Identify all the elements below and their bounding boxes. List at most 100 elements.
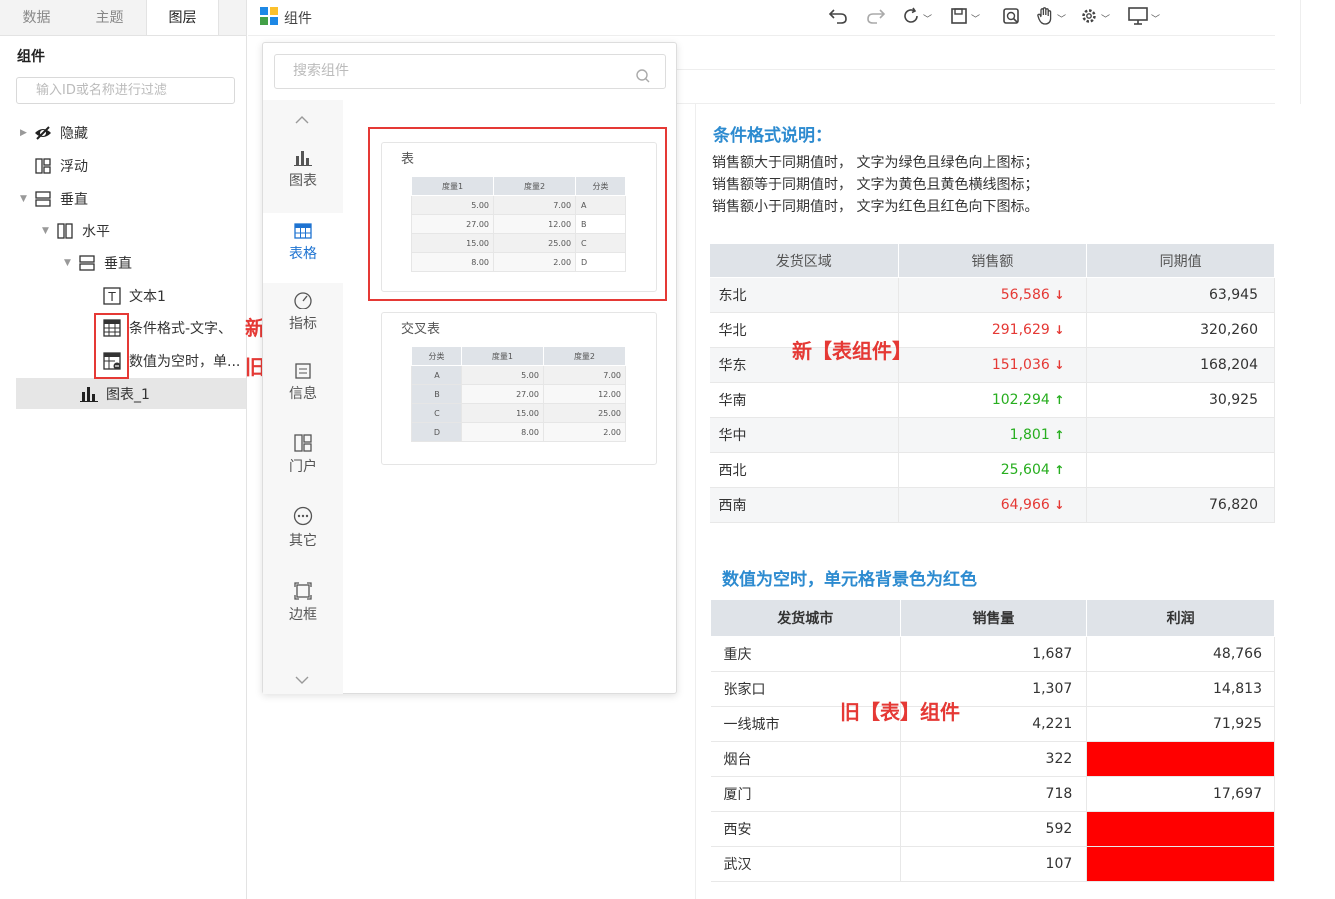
component-card-crosstab[interactable]: 交叉表 分类 度量1 度量2 A 5.00 7.00 B 27.00 12.00 C 15.0… xyxy=(381,312,657,465)
sales-value: 151,036 xyxy=(991,357,1050,373)
preview-cell: 25.00 xyxy=(542,403,627,423)
component-search-input[interactable]: 搜索组件 xyxy=(274,54,666,89)
qty-cell: 107 xyxy=(900,846,1088,882)
table-row[interactable]: 重庆 1,687 48,766 xyxy=(710,636,1275,672)
column-header[interactable]: 发货区域 xyxy=(709,243,899,278)
preview-header: 度量2 xyxy=(542,346,627,366)
info-icon xyxy=(263,353,343,379)
table-row[interactable]: 华中 1,801 ↑ xyxy=(709,417,1275,453)
category-indicator[interactable]: 指标 xyxy=(263,283,343,353)
preview-cell: 8.00 xyxy=(460,422,544,442)
column-header[interactable]: 利润 xyxy=(1086,599,1275,637)
table-icon xyxy=(263,213,343,239)
redo-button[interactable] xyxy=(866,8,886,28)
undo-button[interactable] xyxy=(828,8,848,28)
tree-item-vertical-inner[interactable]: ▼ 垂直 xyxy=(64,248,132,278)
region-cell: 西北 xyxy=(709,452,899,488)
preview-cell: 5.00 xyxy=(460,365,544,385)
table-row[interactable]: 一线城市 4,221 71,925 xyxy=(710,706,1275,742)
arrow-down-icon: ↓ xyxy=(1054,288,1065,302)
expand-arrow-icon[interactable]: ▶ xyxy=(20,128,34,138)
collapse-arrow-icon[interactable]: ▼ xyxy=(20,194,34,204)
more-icon xyxy=(263,500,343,526)
column-header[interactable]: 销售量 xyxy=(899,599,1088,637)
component-menu[interactable]: 组件 xyxy=(260,7,312,28)
column-header[interactable]: 同期值 xyxy=(1086,243,1275,278)
refresh-button[interactable]: ﹀ xyxy=(902,7,932,28)
tree-item-vertical[interactable]: ▼ 垂直 xyxy=(20,184,88,214)
preview-cell: C xyxy=(411,403,462,423)
tree-item-horizontal[interactable]: ▼ 水平 xyxy=(42,216,110,246)
column-header[interactable]: 发货城市 xyxy=(710,599,901,637)
tab-theme[interactable]: 主题 xyxy=(73,0,146,35)
table-row[interactable]: 武汉 107 xyxy=(710,846,1275,882)
table-row[interactable]: 华南 102,294 ↑ 30,925 xyxy=(709,382,1275,418)
gear-icon xyxy=(1080,7,1098,29)
category-portal[interactable]: 门户 xyxy=(263,426,343,496)
collapse-arrow-icon[interactable]: ▼ xyxy=(42,226,56,236)
save-button[interactable]: ﹀ xyxy=(950,8,980,28)
frame-icon xyxy=(263,574,343,600)
tree-item-chart1[interactable]: 图表_1 xyxy=(80,379,150,409)
category-info[interactable]: 信息 xyxy=(263,353,343,423)
tab-layers[interactable]: 图层 xyxy=(146,0,219,35)
table-row[interactable]: 西北 25,604 ↑ xyxy=(709,452,1275,488)
tree-item-label: 文本1 xyxy=(129,289,166,305)
sales-value: 25,604 xyxy=(1000,462,1050,478)
preview-cell: B xyxy=(411,384,462,404)
table-row[interactable]: 西安 592 xyxy=(710,811,1275,847)
category-other[interactable]: 其它 xyxy=(263,500,343,570)
preview-row: C 15.00 25.00 xyxy=(411,403,627,423)
category-label: 表格 xyxy=(289,246,317,262)
chevron-up-icon[interactable] xyxy=(295,112,309,128)
annotation-new-table-canvas: 新【表组件】 xyxy=(792,339,912,363)
preview-row: A 5.00 7.00 xyxy=(411,365,627,385)
card-title: 交叉表 xyxy=(401,322,441,337)
tree-item-label: 条件格式-文字、 xyxy=(129,321,233,337)
collapse-arrow-icon[interactable]: ▼ xyxy=(64,258,78,268)
hand-tool-button[interactable]: ﹀ xyxy=(1036,7,1066,28)
monitor-icon xyxy=(1128,7,1148,29)
vertical-layout-icon xyxy=(34,190,52,208)
category-table[interactable]: 表格 xyxy=(263,213,343,283)
tree-item-hidden[interactable]: ▶ 隐藏 xyxy=(20,118,88,148)
chevron-down-icon[interactable] xyxy=(295,672,309,688)
sales-cell: 102,294 ↑ xyxy=(898,382,1088,418)
city-cell: 重庆 xyxy=(710,636,901,672)
category-frame[interactable]: 边框 xyxy=(263,574,343,644)
sales-cell: 56,586 ↓ xyxy=(898,277,1088,313)
layers-panel: 数据 主题 图层 组件 输入ID或名称进行过滤 ▶ 隐藏 浮动 ▼ 垂直 ▼ 水… xyxy=(0,0,247,899)
preview-cell: 15.00 xyxy=(460,403,544,423)
tree-item-text1[interactable]: T 文本1 xyxy=(103,281,166,311)
preview-header: 分类 xyxy=(411,346,462,366)
preview-row: B 27.00 12.00 xyxy=(411,384,627,404)
category-label: 信息 xyxy=(289,386,317,402)
save-icon xyxy=(950,7,968,29)
prior-cell: 76,820 xyxy=(1086,487,1275,523)
table-row[interactable]: 张家口 1,307 14,813 xyxy=(710,671,1275,707)
new-table-component[interactable]: 发货区域 销售额 同期值 东北 56,586 ↓ 63,945 华北 291,629 ↓… xyxy=(709,243,1275,523)
preview-button[interactable] xyxy=(1002,8,1020,28)
tree-item-float[interactable]: 浮动 xyxy=(34,151,88,181)
display-button[interactable]: ﹀ xyxy=(1128,7,1160,29)
highlight-box-table-card xyxy=(368,127,667,301)
table-row[interactable]: 厦门 718 17,697 xyxy=(710,776,1275,812)
category-chart[interactable]: 图表 xyxy=(263,140,343,210)
region-cell: 东北 xyxy=(709,277,899,313)
eye-icon xyxy=(34,124,52,142)
portal-icon xyxy=(263,426,343,452)
table-row[interactable]: 西南 64,966 ↓ 76,820 xyxy=(709,487,1275,523)
settings-button[interactable]: ﹀ xyxy=(1080,8,1110,28)
category-label: 门户 xyxy=(289,459,317,475)
filter-input[interactable]: 输入ID或名称进行过滤 xyxy=(16,77,235,104)
old-table-component[interactable]: 发货城市 销售量 利润 重庆 1,687 48,766 张家口 1,307 14,813 一… xyxy=(710,599,1275,882)
table-row[interactable]: 东北 56,586 ↓ 63,945 xyxy=(709,277,1275,313)
column-header[interactable]: 销售额 xyxy=(897,243,1088,278)
vertical-layout-icon xyxy=(78,254,96,272)
preview-icon xyxy=(1002,7,1020,29)
undo-icon xyxy=(828,8,848,28)
table-row[interactable]: 烟台 322 xyxy=(710,741,1275,777)
toolbar-title: 组件 xyxy=(284,11,312,27)
editor-guide-line xyxy=(677,69,1275,70)
tab-data[interactable]: 数据 xyxy=(0,0,73,35)
